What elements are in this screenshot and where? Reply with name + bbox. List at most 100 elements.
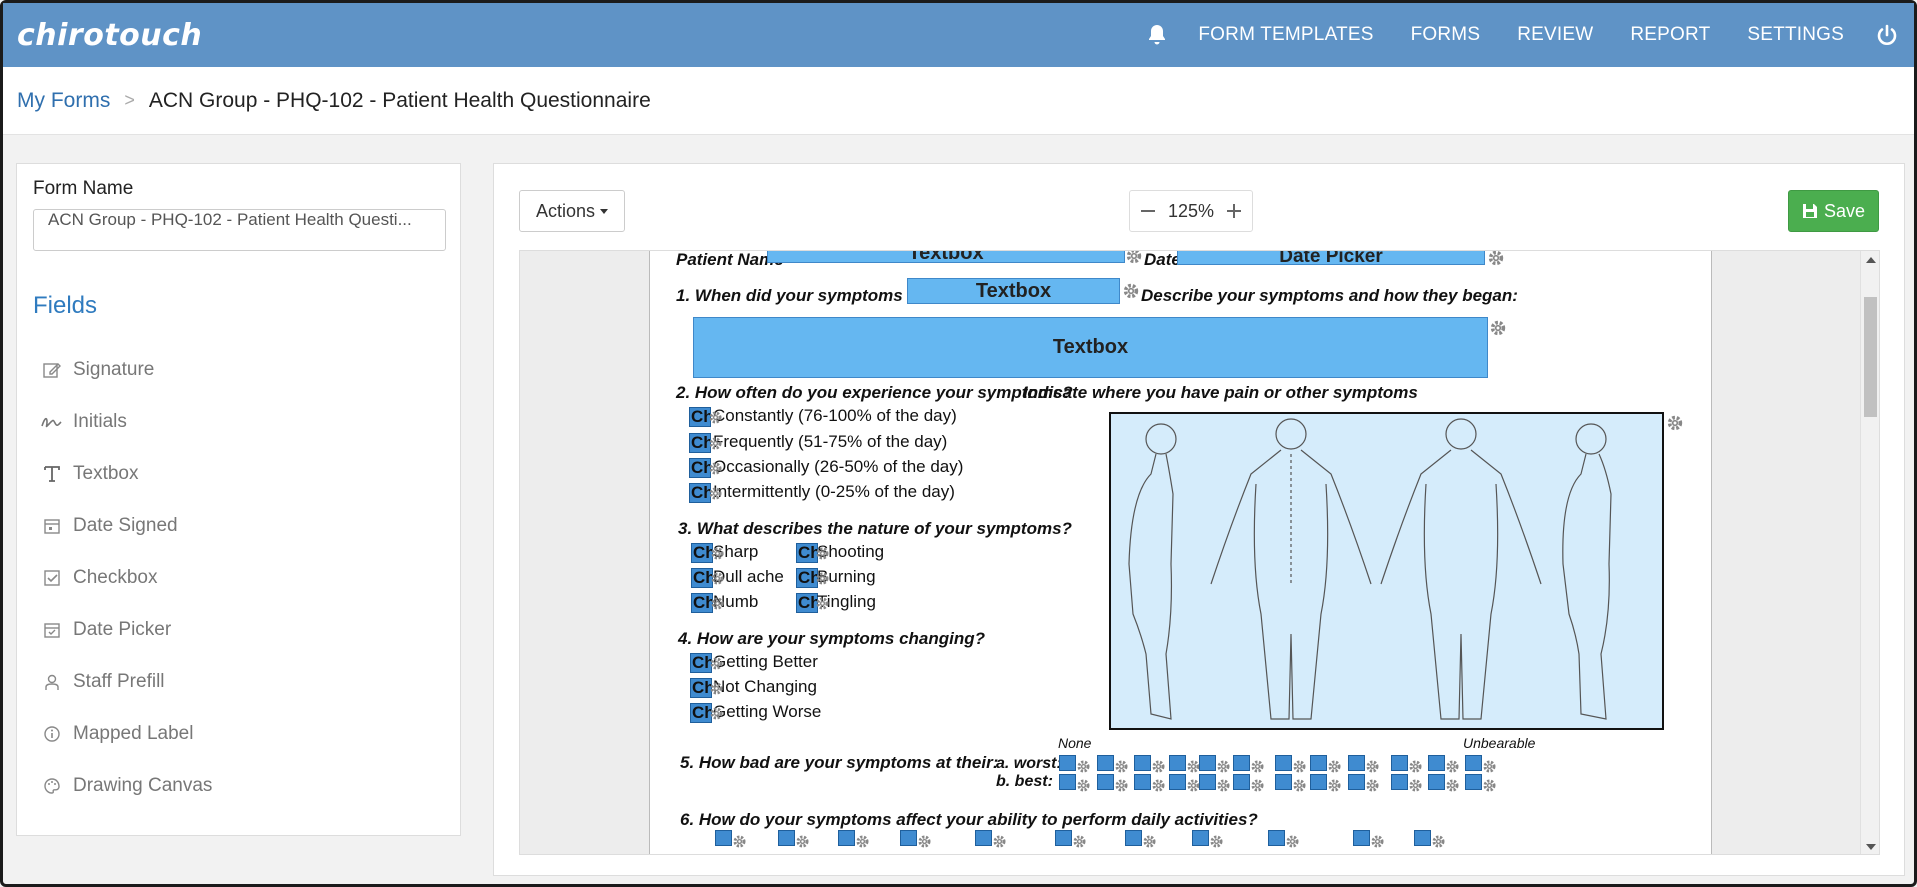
scale-checkbox[interactable]	[1055, 830, 1072, 846]
scale-checkbox[interactable]	[1169, 755, 1186, 771]
scale-checkbox[interactable]	[1233, 755, 1250, 771]
gear-icon[interactable]	[1285, 834, 1300, 849]
breadcrumb-my-forms[interactable]: My Forms	[17, 89, 110, 113]
gear-icon[interactable]	[1250, 759, 1265, 774]
scale-checkbox[interactable]	[1391, 774, 1408, 790]
vertical-scrollbar[interactable]	[1860, 251, 1879, 854]
save-button[interactable]: Save	[1788, 190, 1879, 232]
actions-dropdown[interactable]: Actions	[519, 190, 625, 232]
scale-checkbox[interactable]	[1310, 774, 1327, 790]
gear-icon[interactable]	[708, 436, 723, 451]
scale-checkbox[interactable]	[1059, 774, 1076, 790]
gear-icon[interactable]	[710, 546, 725, 561]
scale-checkbox[interactable]	[1097, 774, 1114, 790]
gear-icon[interactable]	[1431, 834, 1446, 849]
nav-form-templates[interactable]: FORM TEMPLATES	[1198, 24, 1373, 46]
gear-icon[interactable]	[1142, 834, 1157, 849]
gear-icon[interactable]	[795, 834, 810, 849]
scale-checkbox[interactable]	[1391, 755, 1408, 771]
gear-icon[interactable]	[1114, 778, 1129, 793]
scale-checkbox[interactable]	[1428, 774, 1445, 790]
gear-icon[interactable]	[708, 410, 723, 425]
field-checkbox[interactable]: Checkbox	[41, 552, 441, 604]
field-mapped-label[interactable]: Mapped Label	[41, 708, 441, 760]
bell-icon[interactable]	[1144, 22, 1170, 48]
scale-checkbox[interactable]	[1465, 755, 1482, 771]
scale-checkbox[interactable]	[1275, 774, 1292, 790]
power-icon[interactable]	[1874, 22, 1900, 48]
scale-checkbox[interactable]	[1348, 755, 1365, 771]
gear-icon[interactable]	[1327, 759, 1342, 774]
field-textbox[interactable]: Textbox	[41, 448, 441, 500]
gear-icon[interactable]	[710, 596, 725, 611]
gear-icon[interactable]	[1072, 834, 1087, 849]
gear-icon[interactable]	[1292, 778, 1307, 793]
gear-icon[interactable]	[992, 834, 1007, 849]
app-logo[interactable]: chirotouch	[17, 18, 202, 53]
scale-checkbox[interactable]	[778, 830, 795, 846]
scale-checkbox[interactable]	[1199, 774, 1216, 790]
scale-checkbox[interactable]	[838, 830, 855, 846]
gear-icon[interactable]	[1151, 759, 1166, 774]
field-initials[interactable]: Initials	[41, 396, 441, 448]
gear-icon[interactable]	[1292, 759, 1307, 774]
field-drawing-canvas[interactable]: Drawing Canvas	[41, 760, 441, 812]
gear-icon[interactable]	[1114, 759, 1129, 774]
gear-icon[interactable]	[815, 546, 830, 561]
gear-icon[interactable]	[1125, 250, 1143, 265]
scale-checkbox[interactable]	[1199, 755, 1216, 771]
gear-icon[interactable]	[815, 596, 830, 611]
gear-icon[interactable]	[1408, 759, 1423, 774]
gear-icon[interactable]	[1370, 834, 1385, 849]
gear-icon[interactable]	[1122, 282, 1140, 300]
nav-report[interactable]: REPORT	[1630, 24, 1710, 46]
gear-icon[interactable]	[1209, 834, 1224, 849]
scroll-down-icon[interactable]	[1866, 844, 1876, 850]
scale-checkbox[interactable]	[1059, 755, 1076, 771]
field-date-signed[interactable]: Date Signed	[41, 500, 441, 552]
gear-icon[interactable]	[1365, 778, 1380, 793]
gear-icon[interactable]	[1666, 414, 1684, 432]
gear-icon[interactable]	[1216, 759, 1231, 774]
gear-icon[interactable]	[1482, 778, 1497, 793]
scale-checkbox[interactable]	[1428, 755, 1445, 771]
q1-describe-textbox[interactable]: Textbox	[693, 317, 1488, 378]
gear-icon[interactable]	[1365, 759, 1380, 774]
gear-icon[interactable]	[732, 834, 747, 849]
gear-icon[interactable]	[1489, 319, 1507, 337]
scale-checkbox[interactable]	[1414, 830, 1431, 846]
scroll-up-icon[interactable]	[1866, 257, 1876, 263]
scrollbar-thumb[interactable]	[1864, 297, 1877, 417]
gear-icon[interactable]	[917, 834, 932, 849]
scale-checkbox[interactable]	[1233, 774, 1250, 790]
gear-icon[interactable]	[710, 571, 725, 586]
gear-icon[interactable]	[1327, 778, 1342, 793]
body-diagram-canvas[interactable]	[1109, 412, 1664, 730]
scale-checkbox[interactable]	[715, 830, 732, 846]
scale-checkbox[interactable]	[900, 830, 917, 846]
gear-icon[interactable]	[1076, 759, 1091, 774]
gear-icon[interactable]	[1076, 778, 1091, 793]
gear-icon[interactable]	[1151, 778, 1166, 793]
scale-checkbox[interactable]	[1465, 774, 1482, 790]
gear-icon[interactable]	[1408, 778, 1423, 793]
scale-checkbox[interactable]	[1268, 830, 1285, 846]
gear-icon[interactable]	[709, 681, 724, 696]
gear-icon[interactable]	[1250, 778, 1265, 793]
field-signature[interactable]: Signature	[41, 344, 441, 396]
gear-icon[interactable]	[1445, 778, 1460, 793]
gear-icon[interactable]	[815, 571, 830, 586]
scale-checkbox[interactable]	[1169, 774, 1186, 790]
zoom-in-button[interactable]	[1224, 201, 1244, 221]
scale-checkbox[interactable]	[1310, 755, 1327, 771]
scale-checkbox[interactable]	[1134, 755, 1151, 771]
scale-checkbox[interactable]	[1125, 830, 1142, 846]
gear-icon[interactable]	[1445, 759, 1460, 774]
scale-checkbox[interactable]	[1353, 830, 1370, 846]
scale-checkbox[interactable]	[1134, 774, 1151, 790]
gear-icon[interactable]	[1487, 250, 1505, 267]
gear-icon[interactable]	[855, 834, 870, 849]
scale-checkbox[interactable]	[1192, 830, 1209, 846]
field-date-picker[interactable]: Date Picker	[41, 604, 441, 656]
patient-name-textbox[interactable]: Textbox	[767, 251, 1125, 264]
